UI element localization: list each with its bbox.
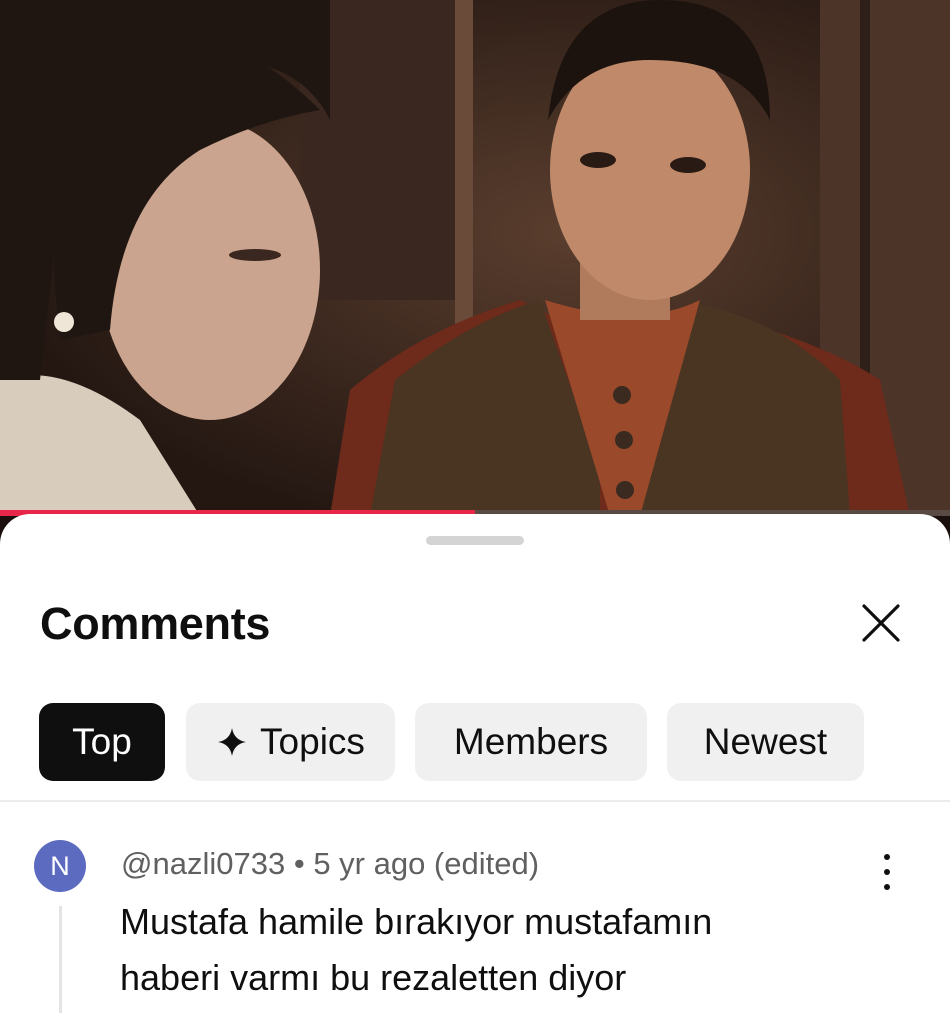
comment-text: Mustafa hamile bırakıyor mustafamın habe… (120, 901, 713, 998)
meta-separator: • (293, 845, 305, 881)
drag-handle[interactable] (426, 536, 524, 545)
comments-title: Comments (40, 598, 271, 649)
comment-author[interactable]: @nazli0733 (121, 846, 285, 881)
close-button[interactable] (858, 600, 904, 646)
reply-thread-line (59, 906, 62, 1013)
filter-chip-label: Top (72, 721, 132, 762)
avatar[interactable]: N (34, 840, 86, 892)
filter-chip-label: Newest (703, 721, 828, 762)
filter-chip-topics[interactable]: Topics (186, 703, 395, 781)
comment-time: 5 yr ago (edited) (313, 845, 540, 881)
more-vertical-icon (884, 884, 890, 890)
sparkle-icon (216, 726, 248, 758)
close-icon (862, 604, 900, 642)
video-player[interactable] (0, 0, 950, 516)
comment-meta: @nazli0733 • 5 yr ago (edited) (121, 844, 539, 882)
divider (0, 800, 950, 802)
filter-chip-top[interactable]: Top (39, 703, 165, 781)
more-vertical-icon (884, 869, 890, 875)
filter-chip-members[interactable]: Members (415, 703, 647, 781)
comment-menu-button[interactable] (872, 850, 902, 894)
filter-chip-label: Members (453, 721, 609, 762)
more-vertical-icon (884, 854, 890, 860)
video-frame (0, 0, 950, 516)
filter-chip-label: Topics (260, 721, 365, 762)
comments-sheet: Comments Top Topics Members Newest N @na… (0, 514, 950, 1013)
filter-chip-newest[interactable]: Newest (667, 703, 864, 781)
